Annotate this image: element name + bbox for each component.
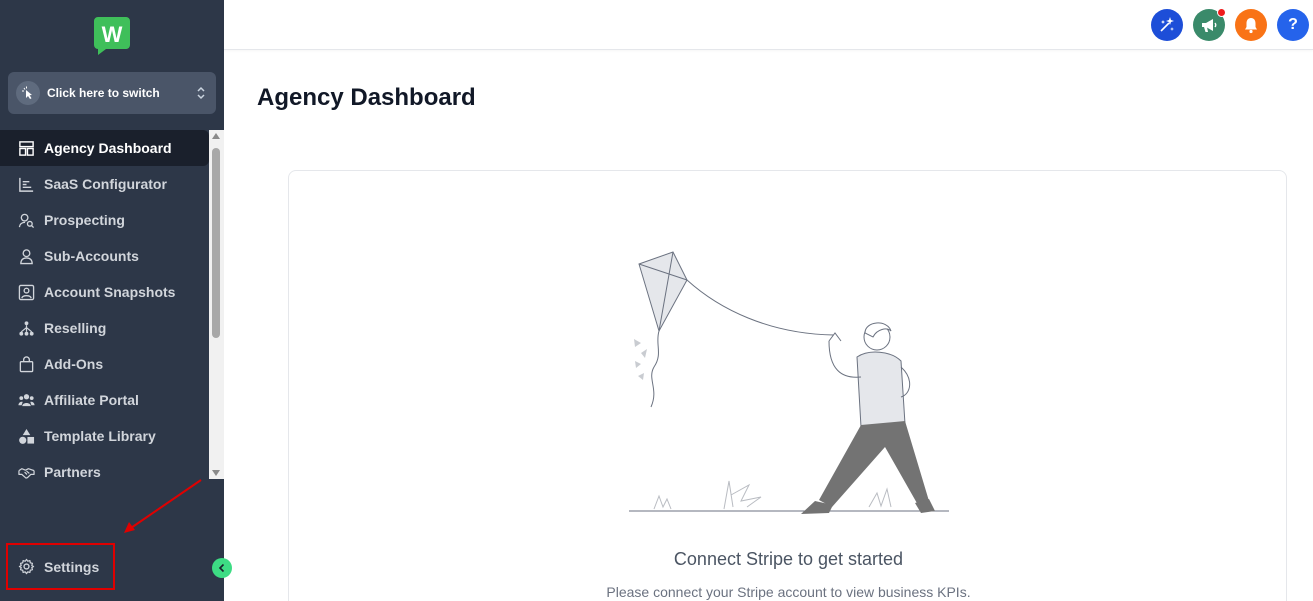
annotation-arrow (124, 479, 202, 533)
scroll-up-icon[interactable] (212, 133, 220, 139)
scrollbar-thumb[interactable] (212, 148, 220, 338)
bell-icon (1245, 18, 1257, 34)
megaphone-icon (1202, 19, 1217, 32)
sidebar-item-add-ons[interactable]: Add-Ons (0, 346, 209, 382)
network-icon (17, 319, 35, 337)
sidebar-item-label: Add-Ons (44, 356, 104, 372)
sidebar-scrollbar[interactable] (209, 130, 224, 479)
user-icon (17, 247, 35, 265)
sidebar-item-settings[interactable]: Settings (6, 543, 115, 590)
chevron-left-icon (218, 563, 225, 573)
sidebar-item-label: Partners (44, 464, 101, 480)
chevron-updown-icon (197, 86, 205, 100)
empty-state-title: Connect Stripe to get started (673, 549, 904, 569)
sidebar-collapse-button[interactable] (212, 558, 232, 578)
sidebar-item-label: Affiliate Portal (44, 392, 139, 408)
sidebar-item-reselling[interactable]: Reselling (0, 310, 209, 346)
sidebar-item-label: Reselling (44, 320, 107, 336)
top-bar: ? (224, 0, 1313, 50)
dashboard-icon (17, 139, 35, 157)
page-title: Agency Dashboard (257, 84, 476, 111)
sidebar-item-sub-accounts[interactable]: Sub-Accounts (0, 238, 209, 274)
help-button[interactable]: ? (1277, 9, 1309, 41)
bar-chart-icon (17, 175, 35, 193)
announcements-button[interactable] (1193, 8, 1226, 41)
shapes-icon (17, 427, 35, 445)
svg-text:W: W (102, 22, 123, 47)
notification-dot (1217, 8, 1226, 17)
sidebar-item-account-snapshots[interactable]: Account Snapshots (0, 274, 209, 310)
sidebar-item-label: Settings (44, 558, 100, 575)
empty-state-card: Connect Stripe to get started Please con… (288, 170, 1287, 601)
account-switcher[interactable]: Click here to switch (8, 72, 216, 114)
notifications-button[interactable] (1235, 9, 1267, 41)
sidebar-item-prospecting[interactable]: Prospecting (0, 202, 209, 238)
sidebar-item-agency-dashboard[interactable]: Agency Dashboard (0, 130, 209, 166)
sidebar-item-label: Sub-Accounts (44, 248, 139, 264)
kite-illustration (629, 251, 949, 514)
sidebar-item-label: Template Library (44, 428, 156, 444)
pointer-click-icon (16, 81, 40, 105)
scroll-down-icon[interactable] (212, 470, 220, 476)
gear-icon (17, 558, 35, 576)
sidebar-item-label: Prospecting (44, 212, 125, 228)
sidebar-item-label: SaaS Configurator (44, 176, 167, 192)
sidebar-item-template-library[interactable]: Template Library (0, 418, 209, 454)
snapshot-icon (17, 283, 35, 301)
ai-assistant-button[interactable] (1151, 9, 1183, 41)
sidebar-item-saas-configurator[interactable]: SaaS Configurator (0, 166, 209, 202)
sidebar-item-label: Account Snapshots (44, 284, 176, 300)
help-icon: ? (1288, 16, 1298, 33)
sidebar-nav: Agency Dashboard SaaS Configurator Prosp… (0, 130, 209, 490)
users-icon (17, 391, 35, 409)
handshake-icon (17, 463, 35, 481)
account-switcher-label: Click here to switch (47, 86, 160, 100)
bag-icon (17, 355, 35, 373)
brand-logo[interactable]: W (92, 15, 132, 55)
sidebar-item-label: Agency Dashboard (44, 140, 172, 156)
user-search-icon (17, 211, 35, 229)
sidebar-item-affiliate-portal[interactable]: Affiliate Portal (0, 382, 209, 418)
empty-state-subtitle: Please connect your Stripe account to vi… (606, 584, 971, 600)
sparkle-icon (1160, 17, 1174, 32)
